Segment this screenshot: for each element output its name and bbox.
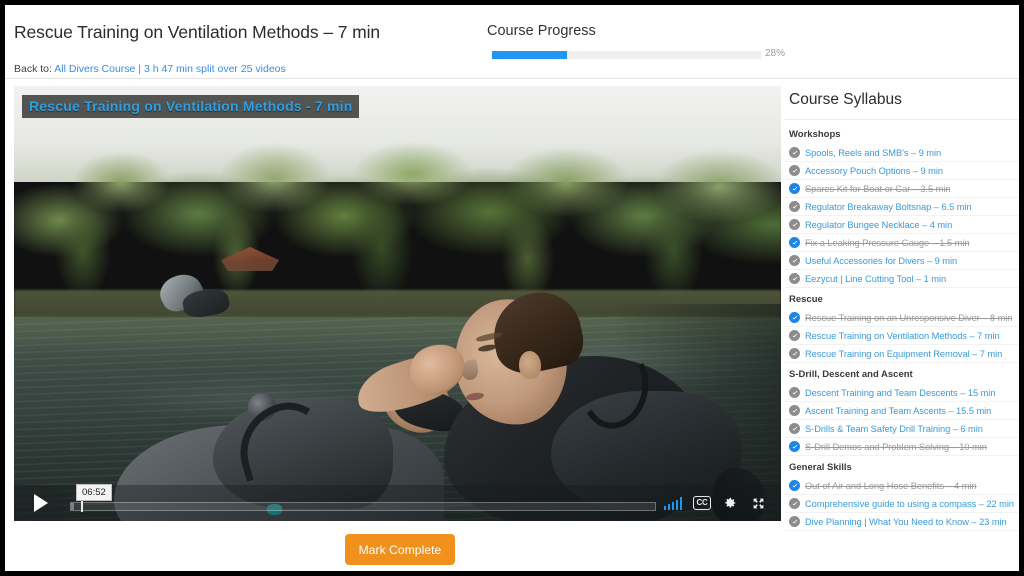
syllabus-item[interactable]: Spools, Reels and SMB's – 9 min — [785, 144, 1019, 162]
syllabus-item-label: Eezycut | Line Cutting Tool – 1 min — [805, 273, 947, 284]
syllabus-item-label: Useful Accessories for Divers – 9 min — [805, 255, 958, 266]
cc-label: CC — [693, 496, 711, 510]
syllabus-item-label: S-Drills & Team Safety Drill Training – … — [805, 423, 983, 434]
syllabus-list: Workshops Spools, Reels and SMB's – 9 min… — [785, 123, 1019, 531]
syllabus-group-heading: Rescue — [789, 294, 823, 305]
check-circle-incomplete-icon — [789, 147, 800, 158]
volume-bars-icon[interactable] — [660, 485, 686, 521]
syllabus-item-label: Out of Air and Long Hose Benefits – 4 mi… — [805, 480, 977, 491]
current-time-tooltip: 06:52 — [76, 484, 112, 501]
check-circle-incomplete-icon — [789, 423, 800, 434]
course-progress-bar: 28% — [487, 48, 787, 60]
syllabus-item[interactable]: Spares Kit for Boat or Car – 3.5 min — [785, 180, 1019, 198]
volume-level-bars — [663, 496, 683, 510]
check-circle-complete-icon — [789, 441, 800, 452]
syllabus-item[interactable]: Regulator Bungee Necklace – 4 min — [785, 216, 1019, 234]
syllabus-item-label: Ascent Training and Team Ascents – 15.5 … — [805, 405, 992, 416]
play-button[interactable] — [14, 485, 64, 521]
seek-handle[interactable] — [81, 500, 83, 512]
check-circle-incomplete-icon — [789, 255, 800, 266]
seek-track[interactable] — [70, 502, 656, 511]
check-circle-complete-icon — [789, 312, 800, 323]
check-circle-incomplete-icon — [789, 498, 800, 509]
scene-rescuer-ear — [518, 351, 541, 380]
fullscreen-icon[interactable] — [745, 485, 771, 521]
syllabus-item[interactable]: Eezycut | Line Cutting Tool – 1 min — [785, 270, 1019, 288]
breadcrumb-label: Back to: — [14, 63, 52, 75]
progress-fill — [492, 51, 568, 59]
syllabus-item[interactable]: Regulator Breakaway Boltsnap – 6.5 min — [785, 198, 1019, 216]
syllabus-item-label: Regulator Bungee Necklace – 4 min — [805, 219, 953, 230]
syllabus-group-heading: S-Drill, Descent and Ascent — [789, 369, 913, 380]
syllabus-item[interactable]: Rescue Training on Ventilation Methods –… — [785, 327, 1019, 345]
check-circle-incomplete-icon — [789, 330, 800, 341]
check-circle-incomplete-icon — [789, 348, 800, 359]
syllabus-item-label: Fix a Leaking Pressure Gauge – 1.5 min — [805, 237, 970, 248]
video-title-overlay: Rescue Training on Ventilation Methods -… — [22, 95, 360, 118]
breadcrumb-course-link[interactable]: All Divers Course | 3 h 47 min split ove… — [54, 63, 286, 75]
syllabus-item[interactable]: S-Drills & Team Safety Drill Training – … — [785, 420, 1019, 438]
syllabus-item-label: Accessory Pouch Options – 9 min — [805, 165, 943, 176]
progress-track — [492, 51, 761, 59]
breadcrumb: Back to: All Divers Course | 3 h 47 min … — [14, 63, 286, 75]
check-circle-incomplete-icon — [789, 273, 800, 284]
check-circle-incomplete-icon — [789, 201, 800, 212]
check-circle-incomplete-icon — [789, 405, 800, 416]
seek-bar[interactable]: 06:52 — [70, 484, 656, 521]
syllabus-item-label: Rescue Training on Equipment Removal – 7… — [805, 348, 1003, 359]
syllabus-item-label: Spools, Reels and SMB's – 9 min — [805, 147, 942, 158]
syllabus-item[interactable]: Fix a Leaking Pressure Gauge – 1.5 min — [785, 234, 1019, 252]
gear-icon[interactable] — [718, 485, 742, 521]
syllabus-item[interactable]: Ascent Training and Team Ascents – 15.5 … — [785, 402, 1019, 420]
closed-captions-icon[interactable]: CC — [689, 485, 715, 521]
syllabus-item[interactable]: Rescue Training on an Unresponsive Diver… — [785, 309, 1019, 327]
syllabus-item[interactable]: Rescue Training on Equipment Removal – 7… — [785, 345, 1019, 363]
page-header: Rescue Training on Ventilation Methods –… — [5, 5, 1019, 79]
video-frame-image — [14, 86, 781, 521]
syllabus-item-label: Dive Planning | What You Need to Know – … — [805, 516, 1007, 527]
syllabus-item[interactable]: Dive Planning | What You Need to Know – … — [785, 513, 1019, 531]
syllabus-item[interactable]: Comprehensive guide to using a compass –… — [785, 495, 1019, 513]
syllabus-group-heading: General Skills — [789, 462, 852, 473]
seek-played — [71, 503, 74, 510]
check-circle-incomplete-icon — [789, 387, 800, 398]
course-progress-block: Course Progress 28% — [487, 23, 787, 60]
page-title: Rescue Training on Ventilation Methods –… — [14, 22, 381, 42]
check-circle-complete-icon — [789, 237, 800, 248]
syllabus-item-label: Regulator Breakaway Boltsnap – 6.5 min — [805, 201, 972, 212]
check-circle-complete-icon — [789, 183, 800, 194]
check-circle-incomplete-icon — [789, 516, 800, 527]
scene-tree-trunks — [14, 129, 781, 304]
check-circle-incomplete-icon — [789, 165, 800, 176]
syllabus-item[interactable]: Useful Accessories for Divers – 9 min — [785, 252, 1019, 270]
play-icon — [34, 494, 48, 512]
syllabus-item-label: Spares Kit for Boat or Car – 3.5 min — [805, 183, 951, 194]
syllabus-item[interactable]: Accessory Pouch Options – 9 min — [785, 162, 1019, 180]
mark-complete-button[interactable]: Mark Complete — [345, 534, 455, 565]
course-page: Rescue Training on Ventilation Methods –… — [5, 5, 1019, 571]
syllabus-item-label: Comprehensive guide to using a compass –… — [805, 498, 1015, 509]
syllabus-item[interactable]: Descent Training and Team Descents – 15 … — [785, 384, 1019, 402]
check-circle-incomplete-icon — [789, 219, 800, 230]
course-syllabus: Course Syllabus Workshops Spools, Reels a… — [785, 86, 1019, 571]
syllabus-item-label: S-Drill Demos and Problem Solving – 10 m… — [805, 441, 987, 452]
syllabus-item-label: Rescue Training on an Unresponsive Diver… — [805, 312, 1013, 323]
video-player[interactable]: Rescue Training on Ventilation Methods -… — [14, 86, 781, 521]
syllabus-item[interactable]: S-Drill Demos and Problem Solving – 10 m… — [785, 438, 1019, 456]
video-controls-bar: 06:52 CC — [14, 484, 781, 521]
syllabus-title: Course Syllabus — [785, 86, 1019, 120]
course-progress-title: Course Progress — [487, 23, 596, 39]
progress-percent-label: 28% — [765, 48, 786, 59]
check-circle-complete-icon — [789, 480, 800, 491]
syllabus-item-label: Rescue Training on Ventilation Methods –… — [805, 330, 1000, 341]
syllabus-item[interactable]: Out of Air and Long Hose Benefits – 4 mi… — [785, 477, 1019, 495]
syllabus-item-label: Descent Training and Team Descents – 15 … — [805, 387, 996, 398]
syllabus-group-heading: Workshops — [789, 129, 841, 140]
